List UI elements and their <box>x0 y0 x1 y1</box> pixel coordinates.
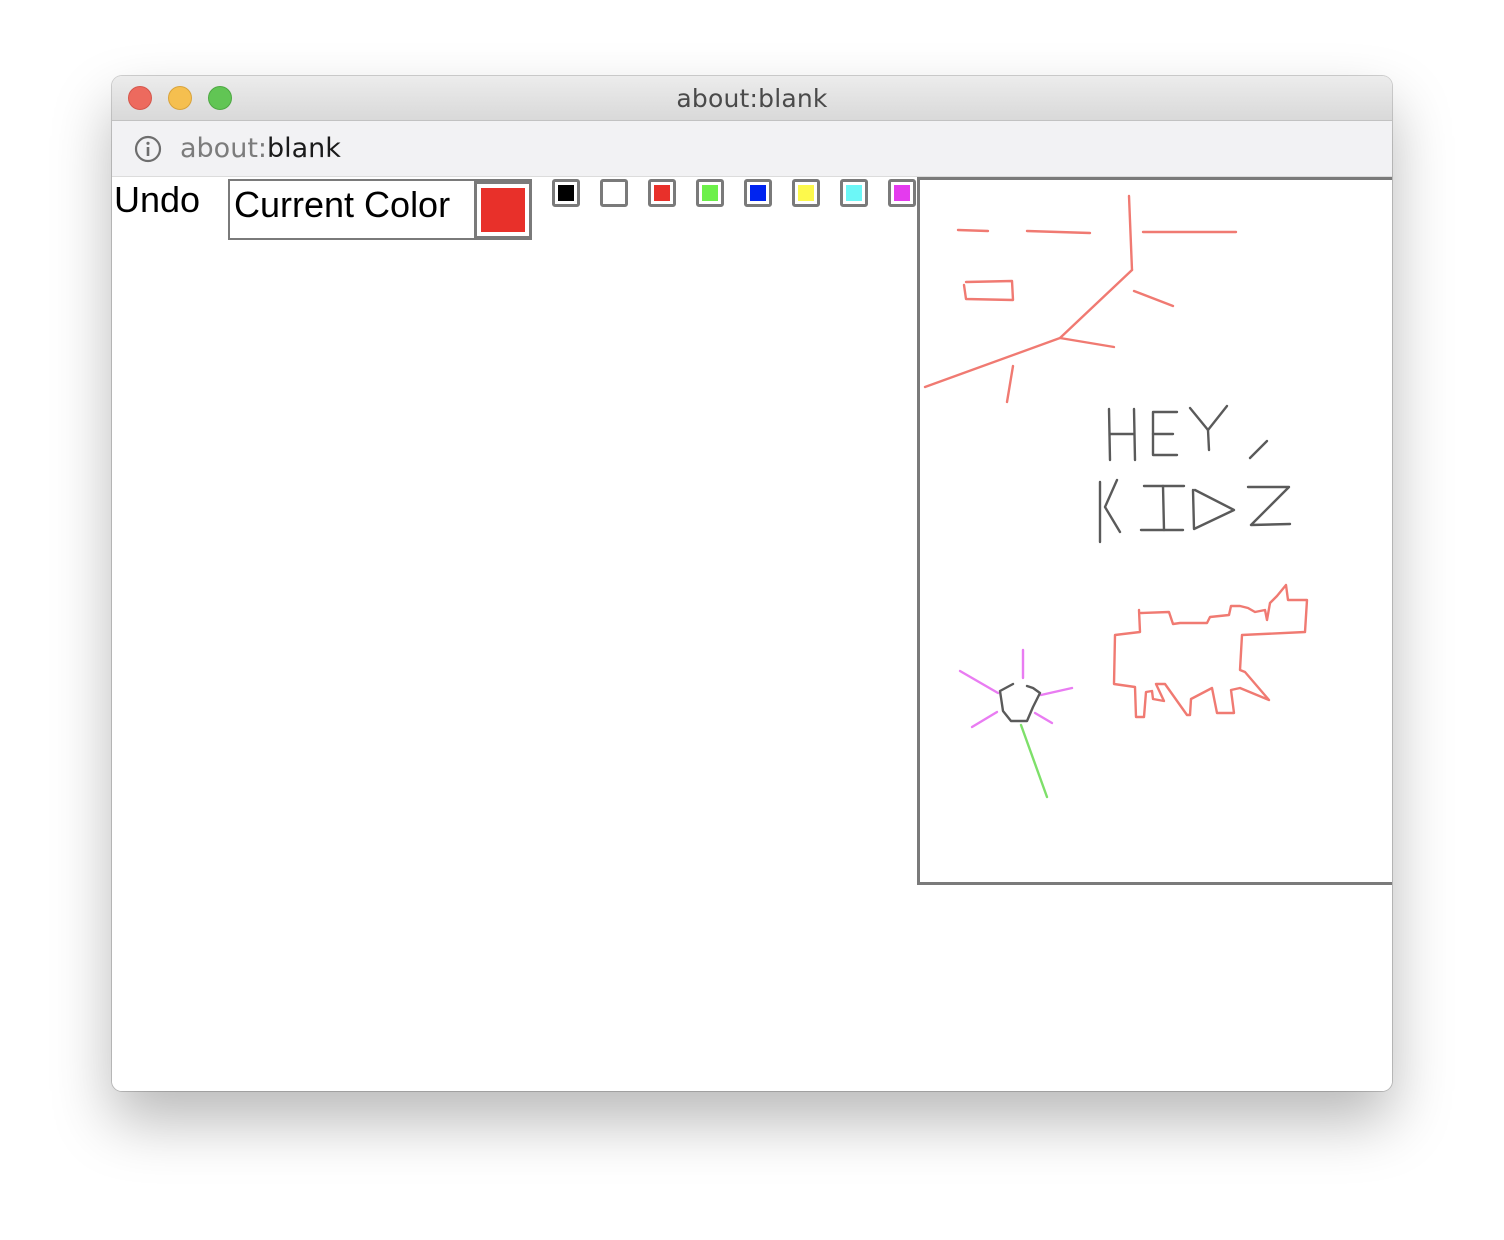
palette-swatch-cyan[interactable] <box>840 179 868 207</box>
address-scheme: about: <box>180 133 267 164</box>
palette-swatch-black[interactable] <box>552 179 580 207</box>
drawing-canvas[interactable] <box>917 177 1392 885</box>
address-url[interactable]: about:blank <box>180 121 341 176</box>
palette-swatch-magenta[interactable] <box>888 179 916 207</box>
current-color-label: Current Color <box>234 184 451 225</box>
canvas-drawing <box>923 194 1309 799</box>
gray-pentagon <box>998 682 1042 723</box>
undo-button[interactable]: Undo <box>112 177 202 221</box>
palette-swatch-yellow[interactable] <box>792 179 820 207</box>
palette-swatch-blue[interactable] <box>744 179 772 207</box>
red-strokes-top <box>923 194 1238 404</box>
info-icon[interactable] <box>134 135 162 163</box>
browser-window: about:blank about:blank Undo Current Col… <box>112 76 1392 1091</box>
palette-swatch-fill <box>702 185 718 201</box>
green-stem <box>1019 723 1049 799</box>
palette-swatch-red[interactable] <box>648 179 676 207</box>
palette-swatch-fill <box>798 185 814 201</box>
address-bar[interactable]: about:blank <box>112 121 1392 177</box>
address-path: blank <box>267 133 341 164</box>
palette-swatch-fill <box>846 185 862 201</box>
hey-kidz-lettering <box>1098 404 1292 544</box>
page-content: Undo Current Color <box>112 177 1392 1091</box>
window-title: about:blank <box>676 84 828 113</box>
palette-swatch-fill <box>654 185 670 201</box>
palette-swatch-white[interactable] <box>600 179 628 207</box>
palette-swatch-fill <box>606 185 622 201</box>
title-bar: about:blank <box>112 76 1392 121</box>
palette-swatch-fill <box>558 185 574 201</box>
red-creature-drawing <box>1112 583 1309 719</box>
current-color-indicator: Current Color <box>228 179 532 240</box>
current-color-fill <box>481 188 525 232</box>
current-color-swatch <box>474 181 532 239</box>
palette-swatch-fill <box>894 185 910 201</box>
palette-swatch-green[interactable] <box>696 179 724 207</box>
palette-swatch-fill <box>750 185 766 201</box>
magenta-rays <box>958 648 1074 729</box>
